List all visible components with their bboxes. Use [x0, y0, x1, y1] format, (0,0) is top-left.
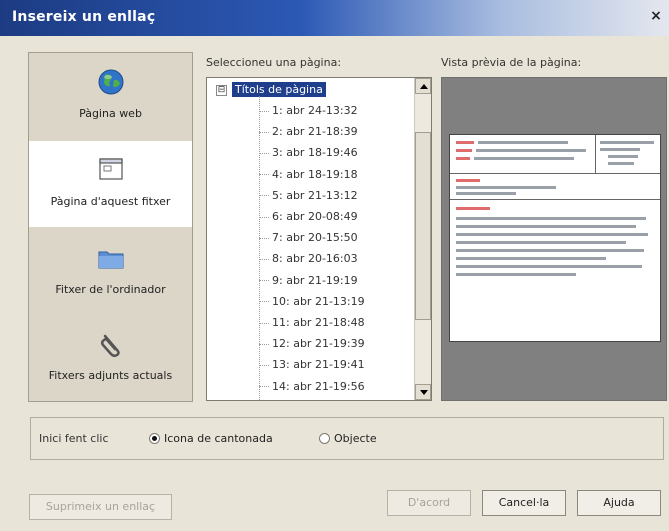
tree-item[interactable]: 6: abr 20-08:49: [259, 209, 358, 225]
tree-connector: [259, 364, 269, 366]
tree-item-label: 9: abr 21-19:19: [272, 273, 358, 287]
tree-item[interactable]: 13: abr 21-19:41: [259, 357, 365, 373]
tree-item-label: 3: abr 18-19:46: [272, 146, 358, 160]
tree-item[interactable]: 7: abr 20-15:50: [259, 230, 358, 246]
ok-button[interactable]: D'acord: [387, 490, 471, 516]
tree-item[interactable]: 1: abr 24-13:32: [259, 103, 358, 119]
select-page-label: Seleccioneu una pàgina:: [206, 56, 342, 69]
nav-item-this-file[interactable]: Pàgina d'aquest fitxer: [29, 141, 192, 227]
tree-item[interactable]: 4: abr 18-19:18: [259, 167, 358, 183]
tree-item[interactable]: 9: abr 21-19:19: [259, 273, 358, 289]
nav-item-web-page[interactable]: Pàgina web: [29, 53, 192, 139]
tree-item[interactable]: 12: abr 21-19:39: [259, 336, 365, 352]
nav-item-label: Pàgina d'aquest fitxer: [50, 195, 171, 208]
tree-connector: [259, 110, 269, 112]
tree-item[interactable]: 8: abr 20-16:03: [259, 251, 358, 267]
tree-item-label: 5: abr 21-13:12: [272, 188, 358, 202]
scroll-down-button[interactable]: [415, 384, 431, 400]
tree-item[interactable]: 14: abr 21-19:56: [259, 379, 365, 395]
preview-label: Vista prèvia de la pàgina:: [441, 56, 582, 69]
link-type-panel: Pàgina web Pàgina d'aquest fitxer Fitxer…: [28, 52, 193, 402]
tree-guide-line: [259, 96, 260, 400]
cancel-button[interactable]: Cancel·la: [482, 490, 566, 516]
tree-root-label: Títols de pàgina: [232, 82, 326, 97]
tree-connector: [259, 237, 269, 239]
window-title: Insereix un enllaç: [12, 9, 156, 25]
globe-icon: [96, 67, 126, 97]
radio-label: Objecte: [334, 432, 377, 445]
tree-item-label: 10: abr 21-13:19: [272, 294, 365, 308]
tree-item[interactable]: 3: abr 18-19:46: [259, 145, 358, 161]
tree-item-label: 13: abr 21-19:41: [272, 358, 365, 372]
tree-connector: [259, 322, 269, 324]
page-tree[interactable]: ⊟ Títols de pàgina 1: abr 24-13:32 2: abr …: [206, 77, 432, 401]
page-preview: [441, 77, 667, 401]
tree-connector: [259, 216, 269, 218]
preview-thumbnail: [449, 134, 661, 342]
radio-dot-checked: [149, 432, 160, 444]
tree-item-label: 7: abr 20-15:50: [272, 231, 358, 245]
radio-dot: [319, 432, 330, 444]
radio-object[interactable]: Objecte: [319, 432, 377, 445]
nav-item-label: Fitxer de l'ordinador: [55, 283, 166, 296]
nav-item-label: Fitxers adjunts actuals: [48, 369, 173, 382]
tree-item-label: 1: abr 24-13:32: [272, 104, 358, 117]
paperclip-icon: [96, 329, 126, 359]
close-button[interactable]: ×: [649, 8, 663, 24]
tree-item-label: 2: abr 21-18:39: [272, 125, 358, 139]
tree-connector: [259, 280, 269, 282]
tree-item[interactable]: 11: abr 21-18:48: [259, 315, 365, 331]
remove-link-button[interactable]: Suprimeix un enllaç: [29, 494, 172, 520]
page-icon: [96, 155, 126, 185]
folder-icon: [96, 243, 126, 273]
scroll-thumb[interactable]: [415, 132, 431, 320]
start-click-group: Inici fent clic Icona de cantonada Objec…: [30, 417, 664, 460]
tree-item-label: 14: abr 21-19:56: [272, 379, 365, 393]
tree-item-label: 11: abr 21-18:48: [272, 316, 365, 329]
tree-connector: [259, 386, 269, 388]
tree-connector: [259, 174, 269, 176]
start-click-caption: Inici fent clic: [39, 432, 109, 445]
tree-scrollbar[interactable]: [414, 78, 431, 400]
tree-connector: [259, 131, 269, 133]
tree-item[interactable]: 5: abr 21-13:12: [259, 188, 358, 204]
tree-item[interactable]: 10: abr 21-13:19: [259, 294, 365, 310]
tree-item[interactable]: 2: abr 21-18:39: [259, 124, 358, 140]
nav-item-computer-file[interactable]: Fitxer de l'ordinador: [29, 229, 192, 315]
tree-item-label: 8: abr 20-16:03: [272, 252, 358, 266]
tree-connector: [259, 301, 269, 303]
radio-corner-icon[interactable]: Icona de cantonada: [149, 432, 273, 445]
tree-item-label: 12: abr 21-19:39: [272, 337, 365, 351]
title-bar: Insereix un enllaç ×: [0, 0, 669, 36]
tree-connector: [259, 195, 269, 197]
scroll-up-button[interactable]: [415, 78, 431, 94]
radio-label: Icona de cantonada: [164, 432, 273, 445]
tree-item-label: 6: abr 20-08:49: [272, 210, 358, 223]
tree-connector: [259, 152, 269, 154]
tree-connector: [259, 343, 269, 345]
nav-item-attachments[interactable]: Fitxers adjunts actuals: [29, 315, 192, 401]
tree-root[interactable]: ⊟ Títols de pàgina: [216, 82, 326, 98]
collapse-icon[interactable]: ⊟: [216, 84, 227, 96]
help-button[interactable]: Ajuda: [577, 490, 661, 516]
tree-item-label: 4: abr 18-19:18: [272, 167, 358, 181]
nav-item-label: Pàgina web: [79, 107, 142, 120]
tree-connector: [259, 258, 269, 260]
